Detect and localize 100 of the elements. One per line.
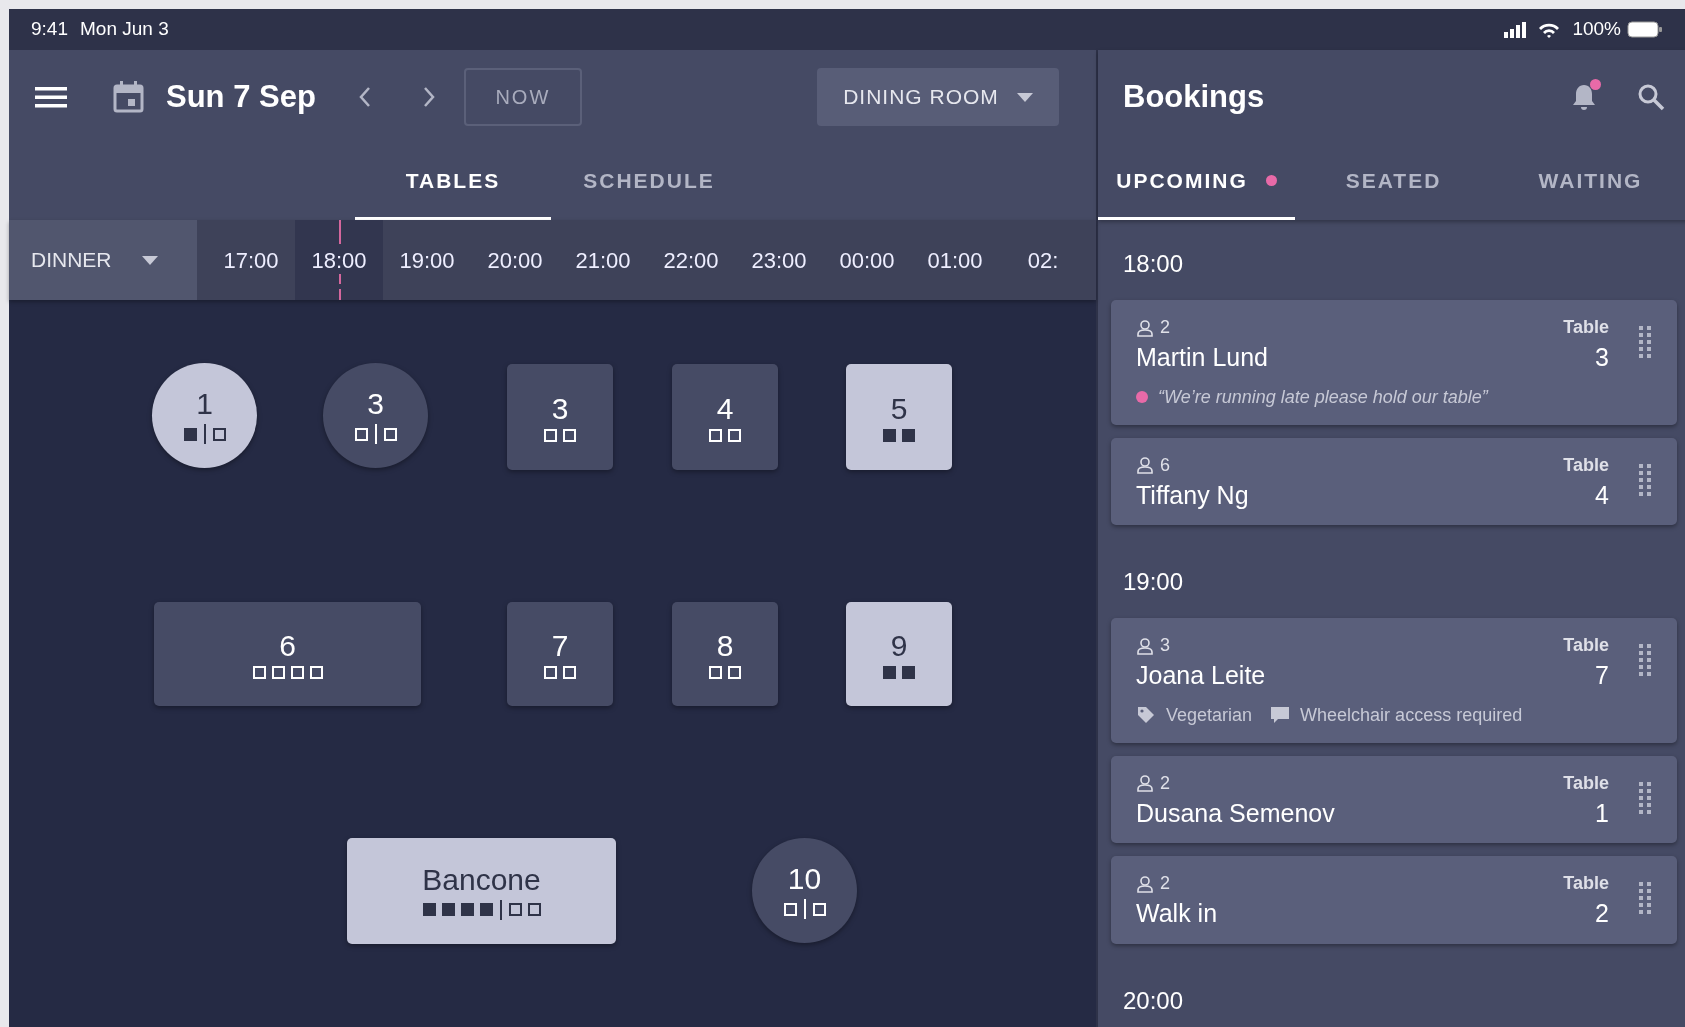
drag-handle-icon[interactable] <box>1639 882 1651 914</box>
table-number: 8 <box>716 629 734 662</box>
drag-handle-icon[interactable] <box>1639 463 1651 496</box>
guest-name: Martin Lund <box>1136 342 1270 373</box>
drag-handle-icon[interactable] <box>1639 326 1651 358</box>
time-slot[interactable]: 18:00 <box>295 220 383 300</box>
guest-name: Tiffany Ng <box>1136 479 1250 511</box>
guest-count: 2 <box>1160 872 1170 895</box>
previous-button[interactable] <box>357 86 372 108</box>
bell-icon <box>1571 82 1597 112</box>
status-date: Mon Jun 3 <box>80 17 169 42</box>
booking-card[interactable]: 2 Dusana Semenov Table 1 <box>1111 755 1677 843</box>
booking-card[interactable]: 3 Joana Leite Vegetarian Wheelchair access required Table 7 <box>1111 618 1677 743</box>
table-number: 7 <box>1595 660 1609 691</box>
guest-count: 2 <box>1160 316 1170 339</box>
chevron-right-icon <box>421 86 436 108</box>
table[interactable]: 9 <box>846 602 952 706</box>
caret-down-icon <box>141 255 158 265</box>
bookings-tab[interactable]: SEATED <box>1295 144 1492 220</box>
table-number: 1 <box>196 387 213 420</box>
table-label: Table <box>1563 872 1609 895</box>
wifi-icon <box>1538 21 1561 38</box>
note-dot <box>1136 391 1148 403</box>
table-label: Table <box>1563 634 1609 657</box>
round-table[interactable]: 1 <box>152 363 257 468</box>
table-number: 3 <box>551 392 569 425</box>
table[interactable]: 3 <box>507 364 613 470</box>
table-number: 4 <box>716 392 734 425</box>
drag-handle-icon[interactable] <box>1639 644 1651 676</box>
table-number: 4 <box>1595 479 1609 511</box>
selected-date: Sun 7 Sep <box>166 77 316 116</box>
booking-comment: Wheelchair access required <box>1300 703 1523 727</box>
table-number: 3 <box>1595 342 1609 373</box>
time-slot[interactable]: 22:00 <box>647 220 735 300</box>
booking-card[interactable]: 6 Tiffany Ng Table 4 <box>1111 437 1677 525</box>
person-icon <box>1136 774 1154 792</box>
person-icon <box>1136 456 1154 474</box>
table[interactable]: Bancone <box>347 838 616 944</box>
time-slot[interactable]: 01:00 <box>911 220 999 300</box>
signal-icon <box>1504 21 1527 38</box>
service-selector[interactable]: DINNER <box>9 220 197 300</box>
table[interactable]: 7 <box>507 602 613 706</box>
comment-icon <box>1270 705 1291 725</box>
time-slot[interactable]: 23:00 <box>735 220 823 300</box>
guest-name: Walk in <box>1136 898 1219 929</box>
table-number: 7 <box>551 629 569 662</box>
drag-handle-icon[interactable] <box>1639 781 1651 814</box>
chevron-left-icon <box>357 86 372 108</box>
time-slot[interactable]: 00:00 <box>823 220 911 300</box>
calendar-button[interactable] <box>113 81 144 113</box>
menu-icon <box>35 85 67 109</box>
room-selector[interactable]: DINING ROOM <box>817 68 1059 126</box>
booking-card[interactable]: 2 Martin Lund “We’re running late please hold our table” Table 3 <box>1111 300 1677 425</box>
menu-button[interactable] <box>35 85 67 109</box>
next-button[interactable] <box>421 86 436 108</box>
person-icon <box>1136 318 1154 337</box>
table[interactable]: 8 <box>672 602 778 706</box>
panel-title: Bookings <box>1123 78 1265 116</box>
section-time: 19:00 <box>1122 567 1185 597</box>
table-number: 3 <box>367 387 384 420</box>
bookings-tab[interactable]: UPCOMING <box>1098 144 1295 220</box>
now-button[interactable]: NOW <box>463 68 582 126</box>
booking-note: “We’re running late please hold our table” <box>1158 385 1488 409</box>
time-slot[interactable]: 21:00 <box>559 220 647 300</box>
table-number: 6 <box>279 629 296 662</box>
table-label: Table <box>1563 316 1609 339</box>
person-icon <box>1136 874 1154 893</box>
table-number: 2 <box>1595 898 1609 929</box>
guest-count: 6 <box>1160 453 1170 477</box>
table[interactable]: 5 <box>846 364 952 470</box>
view-tab[interactable]: SCHEDULE <box>551 144 747 220</box>
time-slot[interactable]: 20:00 <box>471 220 559 300</box>
status-time: 9:41 <box>31 17 68 42</box>
booking-card[interactable]: 2 Walk in Table 2 <box>1111 856 1677 944</box>
table-number: 10 <box>787 862 822 895</box>
table-number: 9 <box>890 629 908 662</box>
section-time: 18:00 <box>1122 249 1185 279</box>
battery-icon <box>1627 21 1663 38</box>
person-icon <box>1136 636 1154 655</box>
guest-name: Joana Leite <box>1136 660 1267 691</box>
table-label: Table <box>1563 453 1609 477</box>
round-table[interactable]: 3 <box>323 363 428 468</box>
guest-name: Dusana Semenov <box>1136 797 1336 829</box>
table[interactable]: 6 <box>154 602 421 706</box>
calendar-icon <box>113 81 144 113</box>
battery-level: 100% <box>1572 17 1621 42</box>
time-slot[interactable]: 02: <box>999 220 1087 300</box>
time-slot[interactable]: 17:00 <box>207 220 295 300</box>
booking-tag: Vegetarian <box>1166 701 1253 729</box>
table[interactable]: 4 <box>672 364 778 470</box>
search-button[interactable] <box>1637 83 1665 111</box>
tag-icon <box>1136 705 1156 725</box>
table-number: 5 <box>890 392 908 425</box>
table-number: 1 <box>1595 797 1609 829</box>
round-table[interactable]: 10 <box>752 838 857 943</box>
bookings-tab[interactable]: WAITING <box>1492 144 1685 220</box>
section-time: 20:00 <box>1122 985 1185 1016</box>
guest-count: 3 <box>1160 634 1170 657</box>
table-number: Bancone <box>422 862 541 896</box>
time-slot[interactable]: 19:00 <box>383 220 471 300</box>
